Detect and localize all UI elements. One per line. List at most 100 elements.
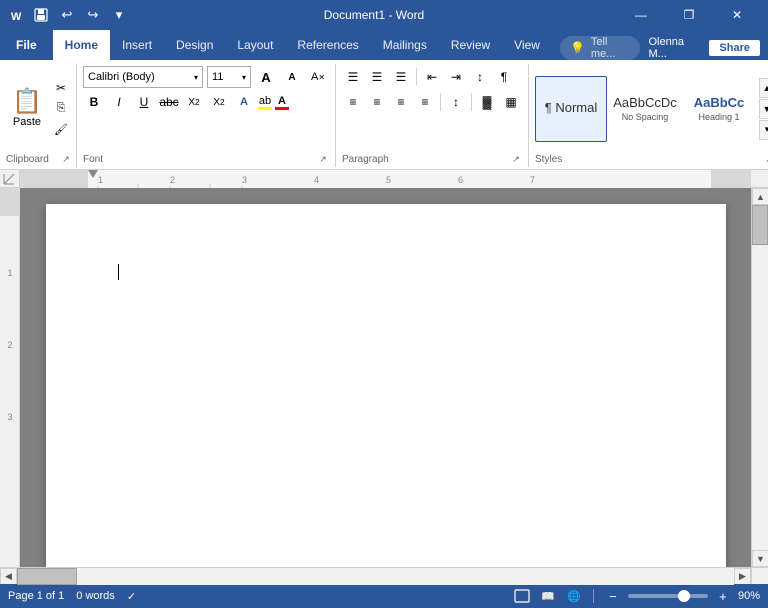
page-indicator[interactable]: Page 1 of 1 bbox=[8, 590, 64, 602]
print-layout-btn[interactable] bbox=[511, 587, 533, 605]
superscript-btn[interactable]: X2 bbox=[208, 91, 230, 113]
subscript-btn[interactable]: X2 bbox=[183, 91, 205, 113]
bullets-btn[interactable]: ☰ bbox=[342, 66, 364, 88]
font-name-dropdown[interactable]: Calibri (Body) ▾ bbox=[83, 66, 203, 88]
document-page[interactable] bbox=[46, 204, 726, 567]
style-no-spacing-label: No Spacing bbox=[622, 112, 669, 122]
font-size-dropdown[interactable]: 11 ▾ bbox=[207, 66, 251, 88]
styles-scroll-down[interactable]: ▼ bbox=[759, 99, 768, 119]
zoom-percentage[interactable]: 90% bbox=[738, 590, 760, 602]
font-size-arrow: ▾ bbox=[242, 73, 246, 82]
line-spacing-btn[interactable]: ↕ bbox=[445, 91, 467, 113]
font-expander[interactable]: ↗ bbox=[317, 153, 329, 165]
style-normal[interactable]: ¶ Normal bbox=[535, 76, 607, 142]
zoom-slider-thumb[interactable] bbox=[678, 590, 690, 602]
close-btn[interactable]: ✕ bbox=[714, 0, 760, 30]
style-no-spacing[interactable]: AaBbCcDc No Spacing bbox=[609, 76, 681, 142]
tab-layout[interactable]: Layout bbox=[225, 30, 285, 60]
divider3 bbox=[471, 93, 472, 111]
user-name[interactable]: Olenna M... bbox=[648, 36, 701, 60]
window-title: Document1 - Word bbox=[130, 8, 618, 22]
para-row1: ☰ ☰ ☰ ⇤ ⇥ ↕ ¶ bbox=[342, 66, 522, 88]
tab-mailings[interactable]: Mailings bbox=[371, 30, 439, 60]
zoom-in-btn[interactable]: + bbox=[712, 587, 734, 605]
borders-btn[interactable]: ▦ bbox=[500, 91, 522, 113]
shrink-font-btn[interactable]: A bbox=[281, 66, 303, 88]
styles-scroll-up[interactable]: ▲ bbox=[759, 78, 768, 98]
tab-review[interactable]: Review bbox=[439, 30, 502, 60]
shading-btn[interactable]: ▓ bbox=[476, 91, 498, 113]
italic-btn[interactable]: I bbox=[108, 91, 130, 113]
align-right-btn[interactable]: ≡ bbox=[390, 91, 412, 113]
increase-indent-btn[interactable]: ⇥ bbox=[445, 66, 467, 88]
proofing-btn[interactable]: ✓ bbox=[127, 590, 136, 603]
word-count[interactable]: 0 words bbox=[76, 590, 115, 602]
highlight-btn[interactable]: ab bbox=[258, 95, 272, 110]
grow-font-btn[interactable]: A bbox=[255, 66, 277, 88]
tab-view[interactable]: View bbox=[502, 30, 552, 60]
web-layout-btn[interactable]: 🌐 bbox=[563, 587, 585, 605]
strikethrough-btn[interactable]: abc bbox=[158, 91, 180, 113]
divider2 bbox=[440, 93, 441, 111]
scroll-up-btn[interactable]: ▲ bbox=[752, 188, 768, 205]
ruler-corner-icon bbox=[0, 170, 20, 188]
para-expander[interactable]: ↗ bbox=[510, 153, 522, 165]
share-btn[interactable]: Share bbox=[709, 40, 760, 56]
undo-quick-btn[interactable]: ↩ bbox=[56, 4, 78, 26]
text-effect-btn[interactable]: A bbox=[233, 91, 255, 113]
restore-btn[interactable]: ❐ bbox=[666, 0, 712, 30]
ruler-corner bbox=[0, 170, 20, 188]
tell-me-box[interactable]: 💡 Tell me... bbox=[560, 36, 641, 60]
ruler-horizontal: 1 2 3 4 5 6 7 bbox=[20, 170, 751, 188]
scroll-thumb-v[interactable] bbox=[752, 205, 768, 245]
numbering-btn[interactable]: ☰ bbox=[366, 66, 388, 88]
tab-insert[interactable]: Insert bbox=[110, 30, 164, 60]
decrease-indent-btn[interactable]: ⇤ bbox=[421, 66, 443, 88]
svg-text:1: 1 bbox=[98, 175, 103, 185]
scroll-track-v[interactable] bbox=[752, 205, 768, 550]
font-group: Calibri (Body) ▾ 11 ▾ A A A✕ B I U abc X… bbox=[77, 64, 336, 167]
clipboard-expander[interactable]: ↗ bbox=[60, 153, 72, 165]
scroll-right-btn[interactable]: ▶ bbox=[734, 568, 751, 585]
format-painter-btn[interactable]: 🖌 bbox=[50, 120, 72, 140]
multilevel-btn[interactable]: ☰ bbox=[390, 66, 412, 88]
redo-quick-btn[interactable]: ↪ bbox=[82, 4, 104, 26]
save-quick-btn[interactable] bbox=[30, 4, 52, 26]
zoom-slider-track[interactable] bbox=[628, 594, 708, 598]
paste-btn[interactable]: 📋 Paste bbox=[6, 86, 48, 132]
read-mode-btn[interactable]: 📖 bbox=[537, 587, 559, 605]
justify-btn[interactable]: ≡ bbox=[414, 91, 436, 113]
customize-quick-btn[interactable]: ▾ bbox=[108, 4, 130, 26]
tab-references[interactable]: References bbox=[285, 30, 370, 60]
scroll-track-h[interactable] bbox=[17, 568, 734, 585]
sort-btn[interactable]: ↕ bbox=[469, 66, 491, 88]
zoom-out-btn[interactable]: − bbox=[602, 587, 624, 605]
align-left-btn[interactable]: ≡ bbox=[342, 91, 364, 113]
document-area[interactable] bbox=[20, 188, 751, 567]
styles-more-btn[interactable]: ▾ bbox=[759, 120, 768, 140]
tab-file[interactable]: File bbox=[0, 30, 53, 60]
tab-home[interactable]: Home bbox=[53, 30, 110, 60]
tab-design[interactable]: Design bbox=[164, 30, 225, 60]
title-bar-controls: — ❐ ✕ bbox=[618, 0, 760, 30]
clipboard-side-btns: ✂ ⎘ 🖌 bbox=[50, 78, 72, 140]
minimize-btn[interactable]: — bbox=[618, 0, 664, 30]
styles-expander[interactable]: ↗ bbox=[763, 153, 768, 165]
svg-text:W: W bbox=[11, 11, 22, 23]
scroll-left-btn[interactable]: ◀ bbox=[0, 568, 17, 585]
bold-btn[interactable]: B bbox=[83, 91, 105, 113]
clear-format-btn[interactable]: A✕ bbox=[307, 66, 329, 88]
clipboard-label-row: Clipboard ↗ bbox=[6, 153, 72, 165]
copy-btn[interactable]: ⎘ bbox=[50, 99, 72, 119]
style-heading1[interactable]: AaBbCc Heading 1 bbox=[683, 76, 755, 142]
underline-btn[interactable]: U bbox=[133, 91, 155, 113]
highlight-icon: ab bbox=[259, 95, 271, 107]
svg-text:7: 7 bbox=[530, 175, 535, 185]
indent-top-marker[interactable] bbox=[88, 170, 98, 178]
show-hide-btn[interactable]: ¶ bbox=[493, 66, 515, 88]
align-center-btn[interactable]: ≡ bbox=[366, 91, 388, 113]
scroll-thumb-h[interactable] bbox=[17, 568, 77, 585]
font-color-btn[interactable]: A bbox=[275, 95, 289, 110]
scroll-down-btn[interactable]: ▼ bbox=[752, 550, 768, 567]
cut-btn[interactable]: ✂ bbox=[50, 78, 72, 98]
